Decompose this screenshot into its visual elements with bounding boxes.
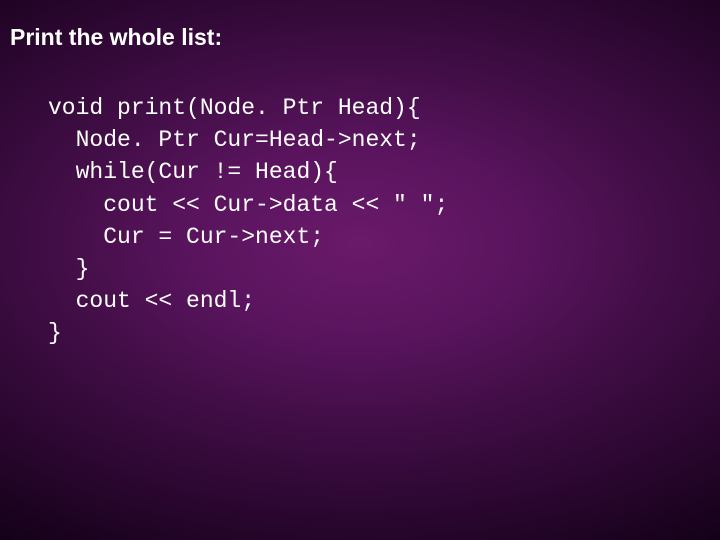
code-line: Node. Ptr Cur=Head->next;: [48, 127, 421, 153]
code-line: Cur = Cur->next;: [48, 224, 324, 250]
code-line: cout << endl;: [48, 288, 255, 314]
code-line: }: [48, 320, 62, 346]
code-line: }: [48, 256, 89, 282]
code-line: while(Cur != Head){: [48, 159, 338, 185]
code-line: void print(Node. Ptr Head){: [48, 95, 421, 121]
code-line: cout << Cur->data << " ";: [48, 192, 448, 218]
slide: Print the whole list: void print(Node. P…: [0, 0, 720, 540]
code-block: void print(Node. Ptr Head){ Node. Ptr Cu…: [48, 92, 448, 350]
slide-title: Print the whole list:: [10, 24, 222, 51]
